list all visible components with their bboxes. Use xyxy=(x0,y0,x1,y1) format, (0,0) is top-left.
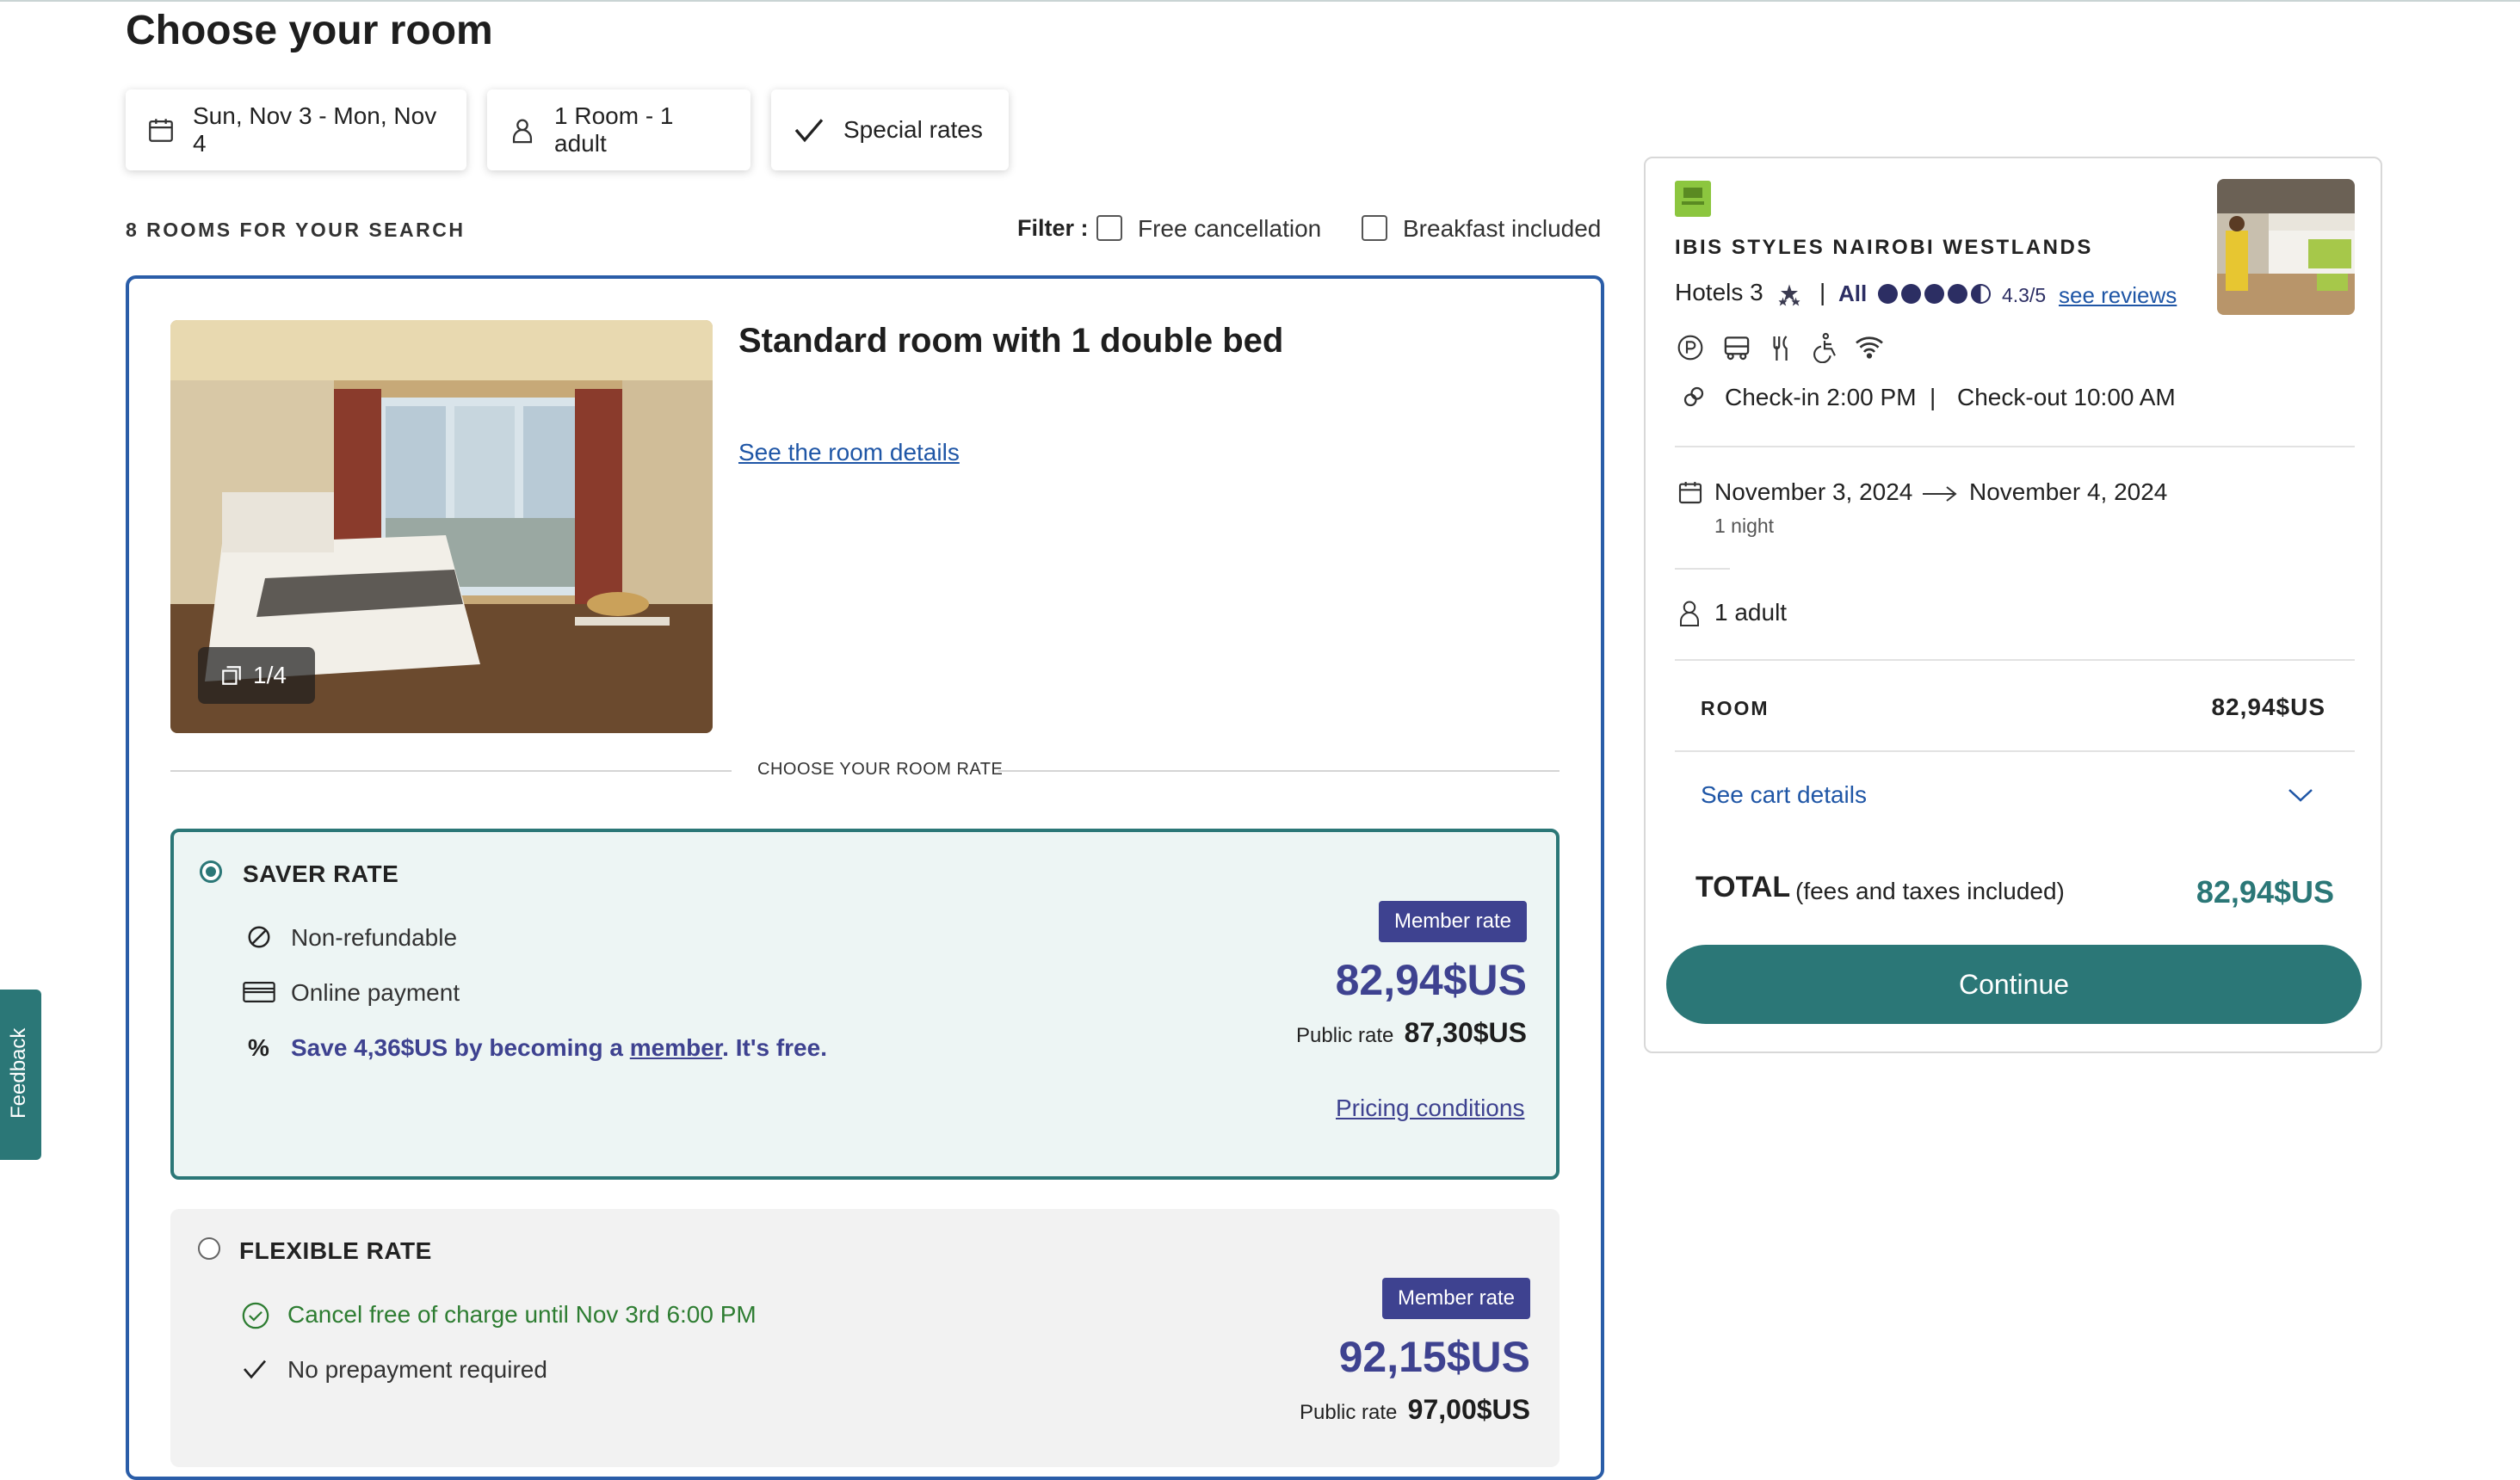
occupancy-chip-label: 1 Room - 1 adult xyxy=(554,102,674,157)
page-title: Choose your room xyxy=(126,8,493,53)
rate-separator-right xyxy=(998,770,1560,772)
filter-label: Filter : xyxy=(1017,215,1089,241)
brand-label: All xyxy=(1838,281,1868,306)
member-note-prefix: Save 4,36$US by becoming a xyxy=(291,1034,630,1061)
check-in-time: Check-in 2:00 PM xyxy=(1725,384,1917,410)
rating-dot xyxy=(1948,284,1967,304)
person-icon xyxy=(512,119,533,144)
calendar-icon xyxy=(149,119,173,142)
ibis-styles-logo xyxy=(1675,181,1711,217)
rooms-count: 8 ROOMS FOR YOUR SEARCH xyxy=(126,219,466,241)
flexible-rate-radio[interactable] xyxy=(198,1237,220,1260)
saver-public-price: 87,30$US xyxy=(1404,1017,1527,1048)
saver-feature-refund: Non-refundable xyxy=(291,924,458,951)
saver-feature-payment: Online payment xyxy=(291,979,460,1006)
rate-separator-left xyxy=(170,770,732,772)
flexible-member-price: 92,15$US xyxy=(1338,1333,1530,1381)
short-divider xyxy=(1675,568,1730,570)
cart-details-link[interactable]: See cart details xyxy=(1701,781,1867,809)
accessibility-icon xyxy=(1813,332,1836,363)
flexible-public-label: Public rate xyxy=(1300,1401,1398,1424)
saver-rate-name: SAVER RATE xyxy=(243,860,399,887)
special-rates-chip[interactable]: Special rates xyxy=(771,89,1009,170)
saver-member-badge: Member rate xyxy=(1379,901,1527,942)
total-note: (fees and taxes included) xyxy=(1795,878,2065,904)
room-title: Standard room with 1 double bed xyxy=(738,322,1284,360)
rating-score: 4.3/5 xyxy=(2002,284,2047,306)
credit-card-icon xyxy=(243,982,275,1002)
free-cancellation-checkbox[interactable] xyxy=(1096,215,1122,241)
flexible-public-price: 97,00$US xyxy=(1407,1394,1530,1425)
rating-dot xyxy=(1901,284,1921,304)
arrow-right-icon xyxy=(1923,486,1957,502)
saver-rate-radio[interactable] xyxy=(200,860,222,883)
top-border xyxy=(0,0,2520,2)
check-icon xyxy=(243,1360,267,1379)
total-label: TOTAL xyxy=(1695,871,1791,903)
breakfast-label[interactable]: Breakfast included xyxy=(1403,215,1601,243)
summary-divider xyxy=(1675,446,2355,447)
calendar-icon xyxy=(1678,482,1702,504)
image-counter-label: 1/4 xyxy=(253,662,287,688)
rating-dot-half xyxy=(1971,284,1991,304)
hotel-category: Hotels 3 xyxy=(1675,279,1763,305)
image-counter[interactable]: 1/4 xyxy=(198,647,315,704)
nights-count: 1 night xyxy=(1714,515,1775,537)
no-entry-icon xyxy=(248,926,270,948)
summary-divider xyxy=(1675,659,2355,661)
feedback-label: Feedback xyxy=(7,1027,30,1119)
saver-public-label: Public rate xyxy=(1296,1024,1394,1047)
occupancy-chip[interactable]: 1 Room - 1 adult xyxy=(487,89,750,170)
check-icon xyxy=(794,119,824,143)
member-savings-note: Save 4,36$US by becoming a member. It's … xyxy=(291,1034,827,1062)
pricing-conditions-link[interactable]: Pricing conditions xyxy=(1336,1095,1524,1122)
saver-member-price: 82,94$US xyxy=(1335,956,1527,1004)
free-cancellation-label[interactable]: Free cancellation xyxy=(1138,215,1321,243)
see-reviews-link[interactable]: see reviews xyxy=(2059,282,2177,309)
bus-icon xyxy=(1724,336,1750,361)
dates-chip-label: Sun, Nov 3 - Mon, Nov 4 xyxy=(193,102,437,157)
room-details-link[interactable]: See the room details xyxy=(738,439,960,466)
date-from: November 3, 2024 xyxy=(1714,478,1913,505)
chevron-down-icon[interactable] xyxy=(2286,785,2315,805)
wifi-icon xyxy=(1856,336,1883,359)
percent-icon: % xyxy=(248,1034,269,1061)
hotel-name: IBIS STYLES NAIROBI WESTLANDS xyxy=(1675,236,2093,259)
hotel-photo xyxy=(2217,179,2355,315)
member-link[interactable]: member xyxy=(630,1034,722,1061)
special-rates-label: Special rates xyxy=(843,116,983,143)
person-icon xyxy=(1680,601,1699,626)
restaurant-icon xyxy=(1773,336,1788,361)
total-price: 82,94$US xyxy=(2196,874,2334,910)
room-cost-label: ROOM xyxy=(1701,697,1770,719)
gallery-icon xyxy=(222,666,241,685)
summary-divider xyxy=(1675,750,2355,752)
check-out-time: Check-out 10:00 AM xyxy=(1957,384,2176,410)
stars-icon xyxy=(1778,284,1800,306)
room-cost-value: 82,94$US xyxy=(2211,694,2325,720)
check-separator: | xyxy=(1930,384,1936,410)
dates-chip[interactable]: Sun, Nov 3 - Mon, Nov 4 xyxy=(126,89,466,170)
flexible-feature-prepay: No prepayment required xyxy=(287,1356,547,1383)
date-to: November 4, 2024 xyxy=(1969,478,2168,505)
guest-count: 1 adult xyxy=(1714,599,1788,626)
parking-icon xyxy=(1677,335,1703,361)
continue-button[interactable]: Continue xyxy=(1666,945,2362,1024)
rating-dots xyxy=(1878,284,1991,304)
check-circle-icon xyxy=(242,1302,269,1329)
choose-rate-label: CHOOSE YOUR ROOM RATE xyxy=(757,760,1004,779)
flexible-feature-cancel: Cancel free of charge until Nov 3rd 6:00… xyxy=(287,1301,757,1328)
key-link-icon xyxy=(1683,386,1704,407)
breakfast-checkbox[interactable] xyxy=(1362,215,1387,241)
flexible-member-badge: Member rate xyxy=(1382,1278,1530,1319)
member-note-suffix: . It's free. xyxy=(722,1034,827,1061)
hotel-photo-image xyxy=(2217,179,2355,315)
flexible-rate-name: FLEXIBLE RATE xyxy=(239,1237,432,1264)
rating-separator: | xyxy=(1819,279,1826,305)
rating-dot xyxy=(1878,284,1898,304)
rating-dot xyxy=(1924,284,1944,304)
feedback-tab[interactable]: Feedback xyxy=(0,990,41,1160)
